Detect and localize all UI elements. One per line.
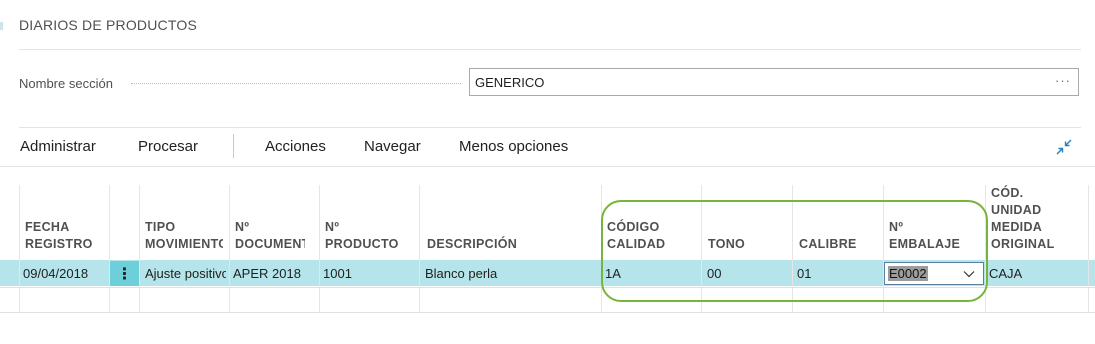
col-header-descripcion[interactable]: DESCRIPCIÓN — [427, 236, 537, 253]
column-divider — [319, 185, 320, 312]
col-header-fecha-registro[interactable]: FECHA REGISTRO — [25, 219, 107, 253]
col-header-n-documento[interactable]: NºDOCUMENTO — [235, 219, 305, 253]
divider — [19, 49, 1081, 50]
cell-n-documento[interactable]: APER 2018 — [233, 266, 317, 281]
cell-tipo-movimiento[interactable]: Ajuste positivo — [145, 266, 226, 281]
lookup-ellipsis-button[interactable]: ··· — [1055, 73, 1071, 88]
column-divider — [419, 185, 420, 312]
cell-fecha-registro[interactable]: 09/04/2018 — [23, 266, 107, 281]
divider — [0, 166, 1095, 167]
col-header-tipo-movimiento[interactable]: TIPO MOVIMIENTO — [145, 219, 223, 253]
col-header-cod-unidad-medida[interactable]: CÓD. UNIDAD MEDIDA ORIGINAL — [991, 185, 1071, 253]
column-divider — [229, 185, 230, 312]
label-leader-dots — [131, 83, 461, 85]
action-separator — [233, 134, 234, 158]
column-divider — [1088, 185, 1089, 312]
cell-cod-unidad-medida[interactable]: CAJA — [989, 266, 1085, 281]
col-header-n-producto[interactable]: Nº PRODUCTO — [325, 219, 405, 253]
collapse-arrows-icon[interactable] — [1055, 138, 1073, 156]
row-divider — [0, 312, 1095, 313]
section-name-field[interactable]: GENERICO ··· — [469, 68, 1079, 96]
action-menos-opciones[interactable]: Menos opciones — [459, 138, 568, 155]
page-title: DIARIOS DE PRODUCTOS — [19, 17, 197, 33]
column-divider — [139, 185, 140, 312]
cell-descripcion[interactable]: Blanco perla — [425, 266, 595, 281]
action-administrar[interactable]: Administrar — [20, 138, 96, 155]
column-divider — [109, 185, 110, 312]
section-name-label: Nombre sección — [19, 76, 113, 91]
divider — [19, 127, 1081, 128]
action-navegar[interactable]: Navegar — [364, 138, 421, 155]
section-name-value: GENERICO — [475, 75, 545, 90]
action-acciones[interactable]: Acciones — [265, 138, 326, 155]
row-menu-button[interactable]: ⋮ — [110, 261, 139, 286]
panel-accent — [0, 22, 3, 30]
column-divider — [19, 185, 20, 312]
action-procesar[interactable]: Procesar — [138, 138, 198, 155]
highlight-outline — [601, 200, 988, 302]
cell-n-producto[interactable]: 1001 — [323, 266, 417, 281]
